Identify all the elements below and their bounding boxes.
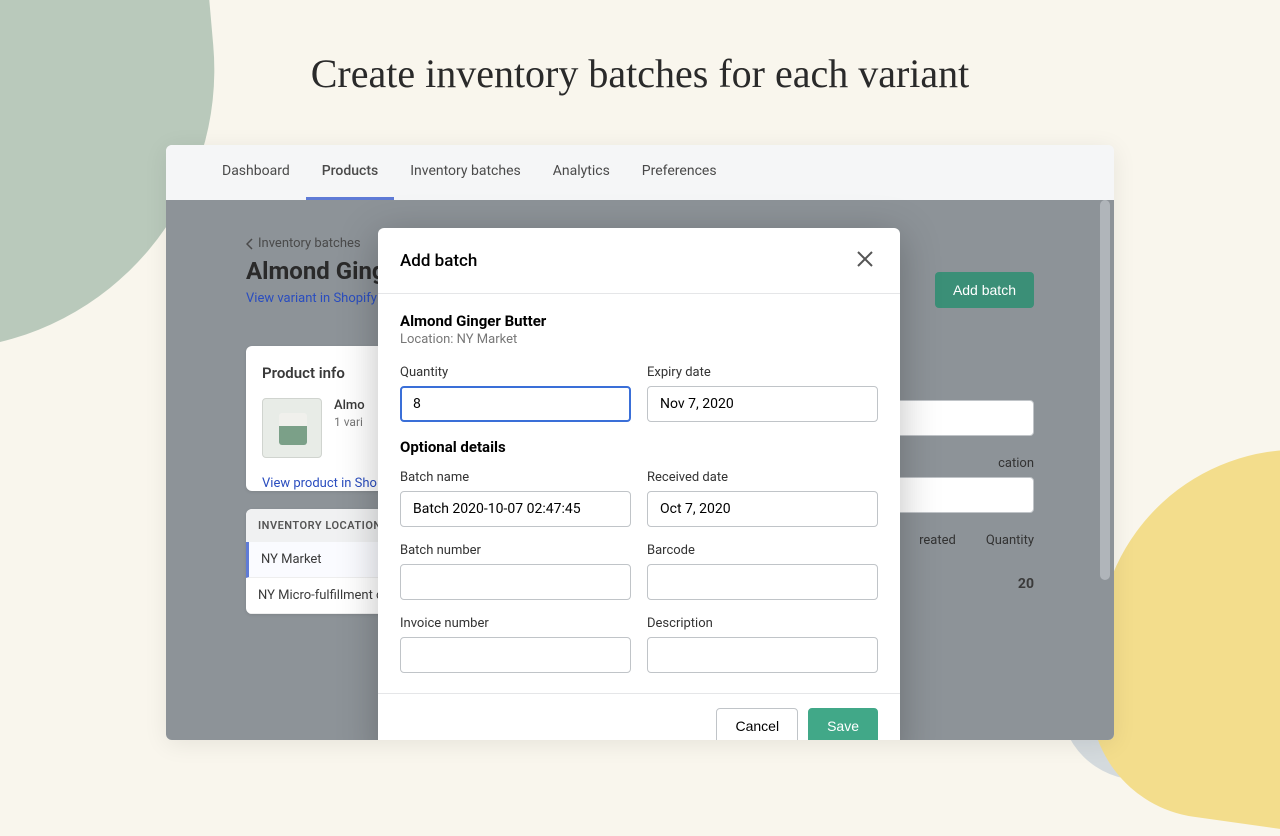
description-input[interactable]	[647, 637, 878, 673]
product-thumbnail	[262, 398, 322, 458]
bg-col-created: reated	[919, 533, 956, 548]
page-headline: Create inventory batches for each varian…	[0, 0, 1280, 97]
received-input[interactable]	[647, 491, 878, 527]
batch-name-label: Batch name	[400, 470, 631, 485]
app-frame: Dashboard Products Inventory batches Ana…	[166, 145, 1114, 740]
tab-products[interactable]: Products	[306, 145, 395, 200]
invoice-label: Invoice number	[400, 616, 631, 631]
bg-col-quantity: Quantity	[986, 533, 1034, 548]
batch-number-input[interactable]	[400, 564, 631, 600]
batch-number-label: Batch number	[400, 543, 631, 558]
modal-product-name: Almond Ginger Butter	[400, 312, 878, 330]
close-button[interactable]	[852, 246, 878, 275]
save-button[interactable]: Save	[808, 708, 878, 740]
expiry-input[interactable]	[647, 386, 878, 422]
chevron-left-icon	[246, 238, 254, 250]
expiry-label: Expiry date	[647, 365, 878, 380]
tab-preferences[interactable]: Preferences	[626, 145, 733, 200]
quantity-label: Quantity	[400, 365, 631, 380]
batch-name-input[interactable]	[400, 491, 631, 527]
variant-count: 1 vari	[334, 415, 365, 429]
barcode-label: Barcode	[647, 543, 878, 558]
modal-location: Location: NY Market	[400, 332, 878, 347]
received-label: Received date	[647, 470, 878, 485]
cancel-button[interactable]: Cancel	[716, 708, 798, 740]
tab-inventory-batches[interactable]: Inventory batches	[394, 145, 537, 200]
modal-title: Add batch	[400, 251, 477, 271]
add-batch-modal: Add batch Almond Ginger Butter Location:…	[378, 228, 900, 740]
quantity-input[interactable]	[400, 386, 631, 422]
description-label: Description	[647, 616, 878, 631]
nav-tabs: Dashboard Products Inventory batches Ana…	[166, 145, 1114, 200]
add-batch-button[interactable]: Add batch	[935, 272, 1034, 308]
tab-dashboard[interactable]: Dashboard	[206, 145, 306, 200]
close-icon	[856, 250, 874, 268]
invoice-input[interactable]	[400, 637, 631, 673]
barcode-input[interactable]	[647, 564, 878, 600]
product-name-truncated: Almo	[334, 398, 365, 413]
tab-analytics[interactable]: Analytics	[537, 145, 626, 200]
optional-heading: Optional details	[400, 438, 878, 456]
